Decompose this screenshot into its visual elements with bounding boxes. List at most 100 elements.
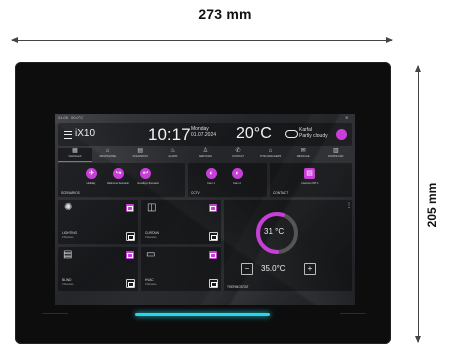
curtain-toggle-button[interactable] <box>209 204 217 212</box>
curtain-status: 3 Devices <box>145 236 157 239</box>
lighting-status: 3 Devices <box>62 236 74 239</box>
building-icon: ⌂ <box>268 148 273 154</box>
blind-toggle-button[interactable] <box>126 251 134 259</box>
nav-label: SCENARIOS <box>132 155 148 158</box>
hvac-title: HVAC <box>145 278 154 282</box>
camera-1-icon[interactable]: ◐ <box>206 168 217 179</box>
contact-title: CONTACT <box>273 191 289 195</box>
app-name: iX10 <box>75 128 96 139</box>
curtain-icon: ◫ <box>147 202 157 213</box>
nav-item-services[interactable]: ♙ SERVICES <box>188 148 222 161</box>
home-icon: ⌂ <box>105 148 110 154</box>
height-dimension-label: 205 mm <box>425 182 439 228</box>
curtain-title: CURTAIN <box>145 231 159 235</box>
left-sensor-strip <box>42 313 68 314</box>
user-avatar[interactable] <box>336 129 347 140</box>
blind-title: BLIND <box>62 278 72 282</box>
lighting-settings-button[interactable] <box>126 232 135 241</box>
height-dimension-arrow <box>415 65 421 343</box>
nav-label: Dashboard <box>68 155 82 158</box>
date-block: Monday 01.07.2024 <box>191 126 216 138</box>
scenario-icon: ▤ <box>137 148 144 154</box>
mail-icon: ✉ <box>300 148 306 154</box>
thermostat-setpoint: 35.0°C <box>261 264 286 273</box>
thermostat-title: THERMOSTAT <box>227 285 249 289</box>
nav-item-smarthome[interactable]: ⌂ SMARTHOME <box>91 148 125 161</box>
blind-status: 3 Devices <box>62 283 74 286</box>
alarm-icon: ♨ <box>170 148 176 154</box>
hvac-icon: ▭ <box>146 249 156 260</box>
phone-icon: ✆ <box>235 148 241 154</box>
menu-icon[interactable] <box>64 131 72 139</box>
weather-block: Karfal Partly cloudy <box>299 127 328 139</box>
nav-label: CONTACT <box>231 155 245 158</box>
lightbulb-icon: ✺ <box>64 202 73 213</box>
camera-label: Cam 1 <box>207 182 215 185</box>
cloud-icon <box>285 130 298 138</box>
scenario-label: Goodbye Scenario <box>137 182 159 185</box>
camera-label: Cam 2 <box>233 182 241 185</box>
thermostat-current-temp: 31 °C <box>264 227 285 236</box>
nav-item-alarm[interactable]: ♨ ALARM <box>156 148 190 161</box>
camera-2-icon[interactable]: ◐ <box>232 168 243 179</box>
wifi-icon: ≋ <box>345 115 349 120</box>
weather-condition: Partly cloudy <box>299 133 328 139</box>
status-time: 01:05 <box>58 115 69 120</box>
nav-item-site-managers[interactable]: ⌂ SITE MANAGERS <box>254 148 288 161</box>
curtain-tile[interactable]: ◫ CURTAIN 3 Devices <box>141 200 221 244</box>
hvac-status: 3 Devices <box>145 283 157 286</box>
lighting-toggle-button[interactable] <box>126 204 134 212</box>
touch-screen: 01:05 00:0°C ≋ iX10 10:17 Monday 01.07.2… <box>55 114 355 305</box>
scenario-label: Welcome Scenario <box>107 182 129 185</box>
nav-label: SERVICES <box>198 155 212 158</box>
thermostat-minus-button[interactable]: − <box>241 263 253 275</box>
hvac-toggle-button[interactable] <box>209 251 217 259</box>
blind-settings-button[interactable] <box>126 279 135 288</box>
nav-label: MESSAGE <box>296 155 310 158</box>
bell-icon: ♙ <box>202 148 209 154</box>
curtain-settings-button[interactable] <box>209 232 218 241</box>
clock-time: 10:17 <box>148 125 191 144</box>
hvac-tile[interactable]: ▭ HVAC 3 Devices <box>141 247 221 291</box>
cctv-panel: ◐ ◐ Cam 1 Cam 2 CCTV <box>188 163 267 197</box>
nav-item-dashboard[interactable]: ▦ Dashboard <box>58 148 92 162</box>
header-bar: iX10 10:17 Monday 01.07.2024 20°C Karfal… <box>58 123 352 146</box>
width-dimension-arrow <box>11 37 393 43</box>
right-sensor-strip <box>340 313 366 314</box>
blind-icon: ▤ <box>63 249 73 260</box>
intercom-label: Intercom INT 1 <box>301 182 319 185</box>
nav-label: ALARM <box>168 155 178 158</box>
cctv-title: CCTV <box>191 191 200 195</box>
welcome-scenario-icon[interactable]: ↪ <box>113 168 124 179</box>
download-icon: ▥ <box>332 148 339 154</box>
thermostat-plus-button[interactable]: + <box>304 263 316 275</box>
holiday-scenario-icon[interactable]: ✈ <box>86 168 97 179</box>
nav-label: SMARTHOME <box>99 155 116 158</box>
intercom-icon[interactable]: ▤ <box>304 168 315 179</box>
nav-item-download[interactable]: ▥ DOWNLOAD <box>319 148 353 161</box>
date-label: 01.07.2024 <box>191 132 217 138</box>
status-bar: 01:05 00:0°C ≋ <box>55 114 355 121</box>
outdoor-temperature: 20°C <box>236 125 272 142</box>
lighting-title: LIGHTING <box>62 231 78 235</box>
scenarios-title: SCENARIOS <box>61 191 80 195</box>
more-options-icon[interactable]: ⋮ <box>346 202 352 209</box>
nav-item-message[interactable]: ✉ MESSAGE <box>286 148 320 161</box>
lighting-tile[interactable]: ✺ LIGHTING 3 Devices <box>58 200 138 244</box>
grid-icon: ▦ <box>72 148 78 154</box>
width-dimension-label: 273 mm <box>198 6 252 22</box>
main-navigation: ▦ Dashboard ⌂ SMARTHOME ▤ SCENARIOS ♨ ALARM ♙ SER… <box>58 148 353 162</box>
scenario-label: Holiday <box>86 182 96 185</box>
scenarios-panel: ✈ ↪ ↩ Holiday Welcome Scenario Goodbye S… <box>58 163 185 197</box>
status-indicator: 00:0°C <box>71 115 84 120</box>
thermostat-panel: ⋮ 31 °C − 35.0°C + THERMOSTAT <box>224 200 352 291</box>
blind-tile[interactable]: ▤ BLIND 3 Devices <box>58 247 138 291</box>
status-led-bar <box>135 313 270 316</box>
nav-label: SITE MANAGERS <box>259 155 282 158</box>
nav-item-scenarios[interactable]: ▤ SCENARIOS <box>123 148 157 161</box>
nav-item-contact[interactable]: ✆ CONTACT <box>221 148 255 161</box>
hvac-settings-button[interactable] <box>209 279 218 288</box>
contact-panel: ▤ Intercom INT 1 CONTACT <box>270 163 352 197</box>
goodbye-scenario-icon[interactable]: ↩ <box>140 168 151 179</box>
nav-label: DOWNLOAD <box>328 155 344 158</box>
